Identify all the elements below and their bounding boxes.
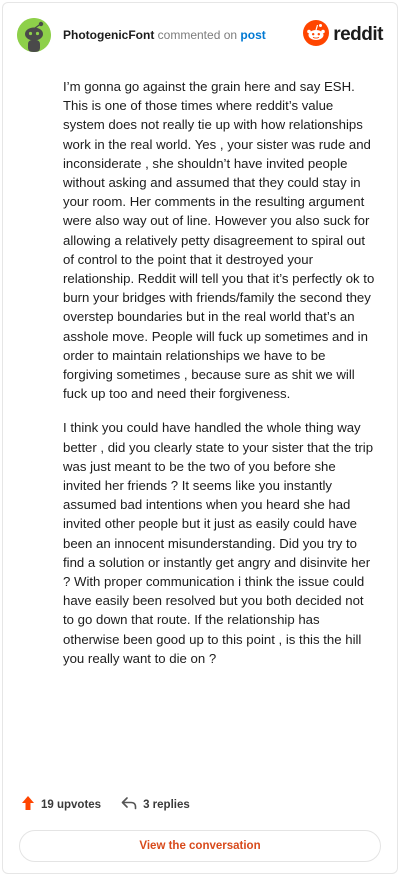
comment-paragraph: I think you could have handled the whole… xyxy=(63,420,374,666)
post-link[interactable]: post xyxy=(240,28,265,42)
comment-byline: PhotogenicFont commented on post xyxy=(63,28,266,42)
username-link[interactable]: PhotogenicFont xyxy=(63,28,154,42)
reply-count: 3 replies xyxy=(143,798,190,811)
upvote-arrow-icon xyxy=(21,795,35,814)
snoo-avatar-icon[interactable] xyxy=(17,18,51,52)
comment-actions: 19 upvotes 3 replies xyxy=(21,795,190,814)
comment-card: PhotogenicFont commented on post reddit xyxy=(2,2,398,874)
reddit-wordmark: reddit xyxy=(333,24,383,45)
action-text: commented on xyxy=(157,28,238,42)
view-conversation-button[interactable]: View the conversation xyxy=(19,830,381,862)
reply-arrow-icon xyxy=(121,796,137,813)
upvote-count: 19 upvotes xyxy=(41,798,102,811)
reddit-alien-icon xyxy=(303,19,330,51)
comment-body: I’m gonna go against the grain here and … xyxy=(63,77,375,668)
replies-button[interactable]: 3 replies xyxy=(121,796,190,813)
comment-header: PhotogenicFont commented on post reddit xyxy=(17,17,383,53)
comment-paragraph: I’m gonna go against the grain here and … xyxy=(63,79,375,402)
upvote-button[interactable]: 19 upvotes xyxy=(21,795,101,814)
reddit-brand[interactable]: reddit xyxy=(303,19,383,51)
